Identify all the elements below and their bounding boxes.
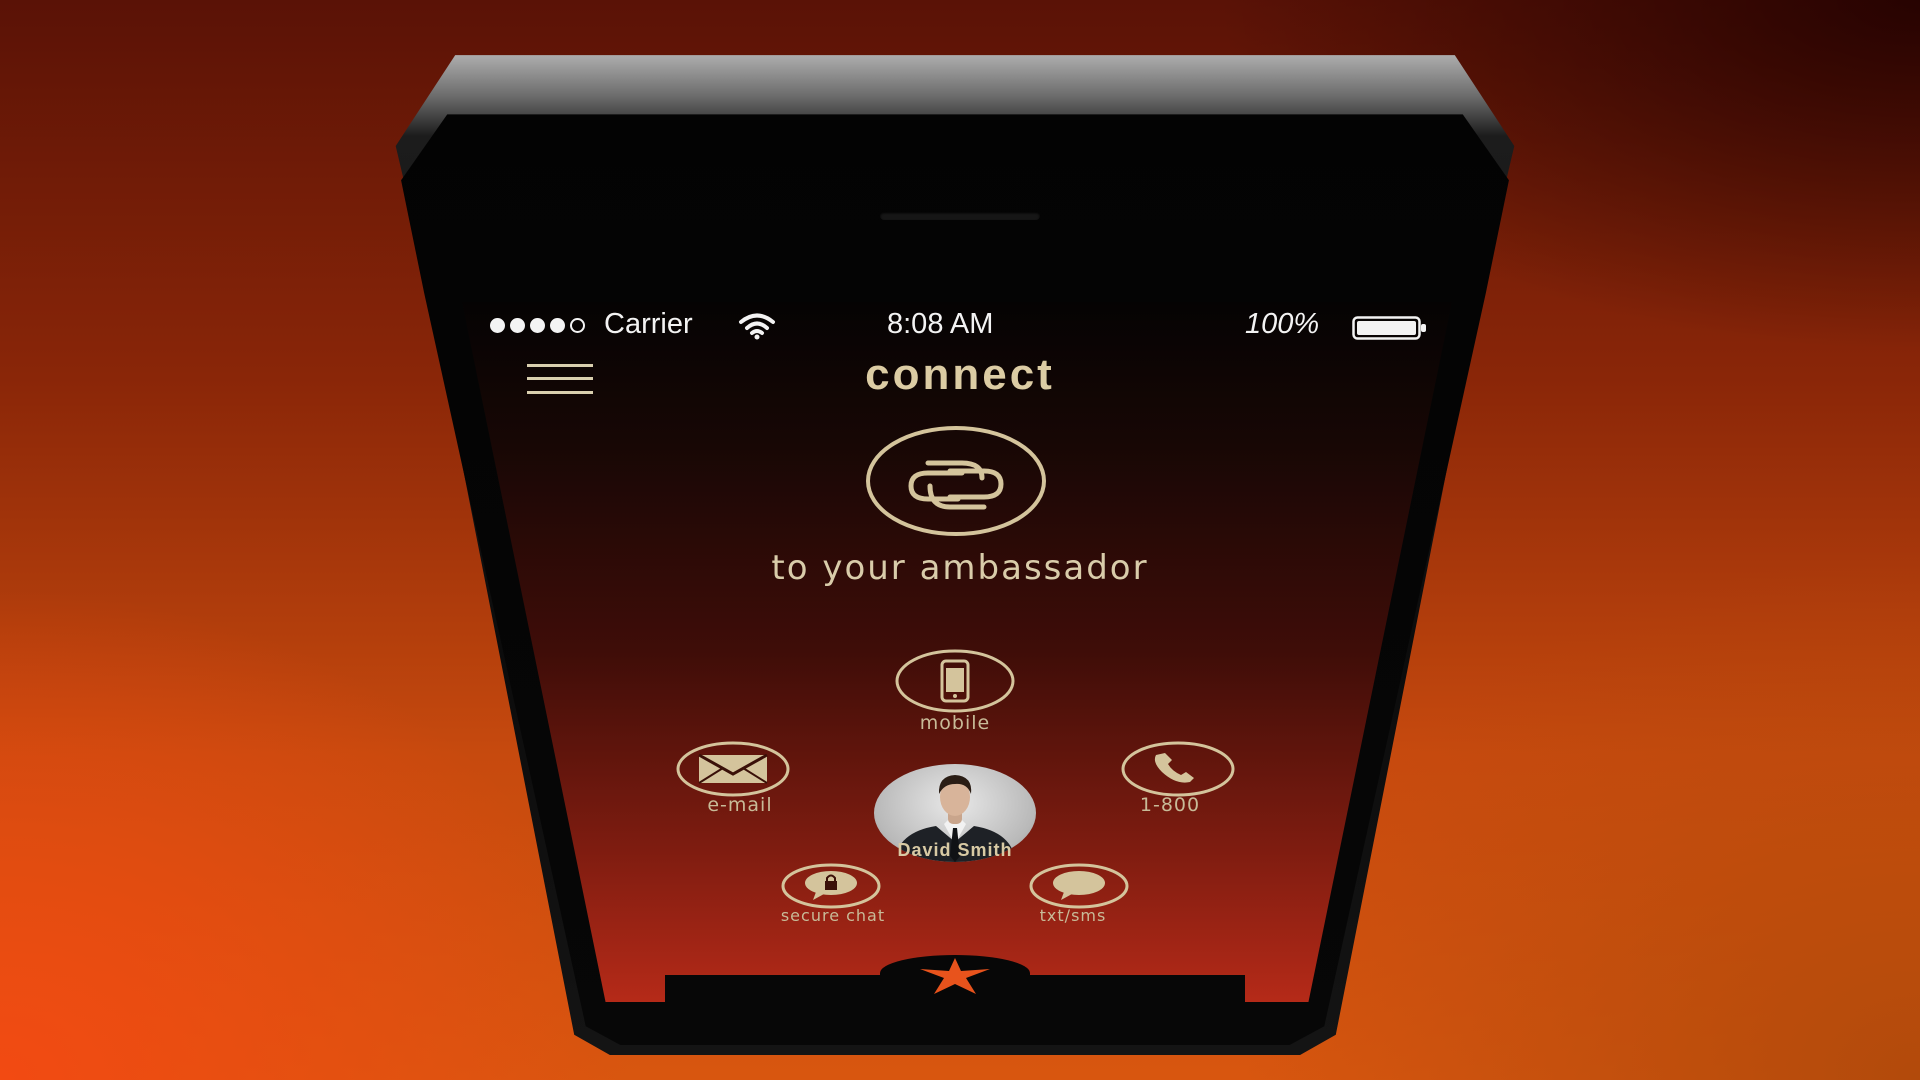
signal-dot (570, 318, 585, 333)
signal-strength-icon (490, 318, 585, 333)
link-icon (866, 426, 1046, 536)
hero-subtitle: to your ambassador (771, 548, 1149, 588)
lock-chat-icon (781, 863, 881, 909)
sms-button[interactable] (1028, 862, 1130, 910)
email-label: e-mail (707, 794, 773, 816)
carrier-label: Carrier (604, 308, 693, 340)
secure-chat-label: secure chat (780, 906, 886, 925)
battery-icon (1352, 316, 1426, 340)
email-button[interactable] (675, 740, 791, 798)
toll-free-label: 1-800 (1139, 794, 1201, 816)
toll-free-call-button[interactable] (1120, 740, 1236, 798)
star-icon[interactable] (918, 956, 992, 996)
page-title: connect (865, 350, 1055, 399)
envelope-icon (676, 741, 790, 797)
earpiece-speaker (880, 212, 1040, 220)
signal-dot (550, 318, 565, 333)
sms-label: txt/sms (1039, 906, 1107, 925)
mobile-label: mobile (919, 712, 991, 734)
mobile-phone-icon (895, 649, 1015, 713)
signal-dot (530, 318, 545, 333)
battery-percentage: 100% (1245, 308, 1320, 340)
wifi-icon (739, 313, 775, 340)
status-time: 8:08 AM (887, 308, 994, 340)
mobile-button[interactable] (894, 648, 1016, 714)
speech-bubble-icon (1029, 863, 1129, 909)
secure-chat-button[interactable] (780, 862, 882, 910)
hamburger-menu-icon[interactable] (527, 364, 593, 396)
signal-dot (510, 318, 525, 333)
telephone-icon (1121, 741, 1235, 797)
ambassador-name: David Smith (897, 840, 1013, 860)
signal-dot (490, 318, 505, 333)
